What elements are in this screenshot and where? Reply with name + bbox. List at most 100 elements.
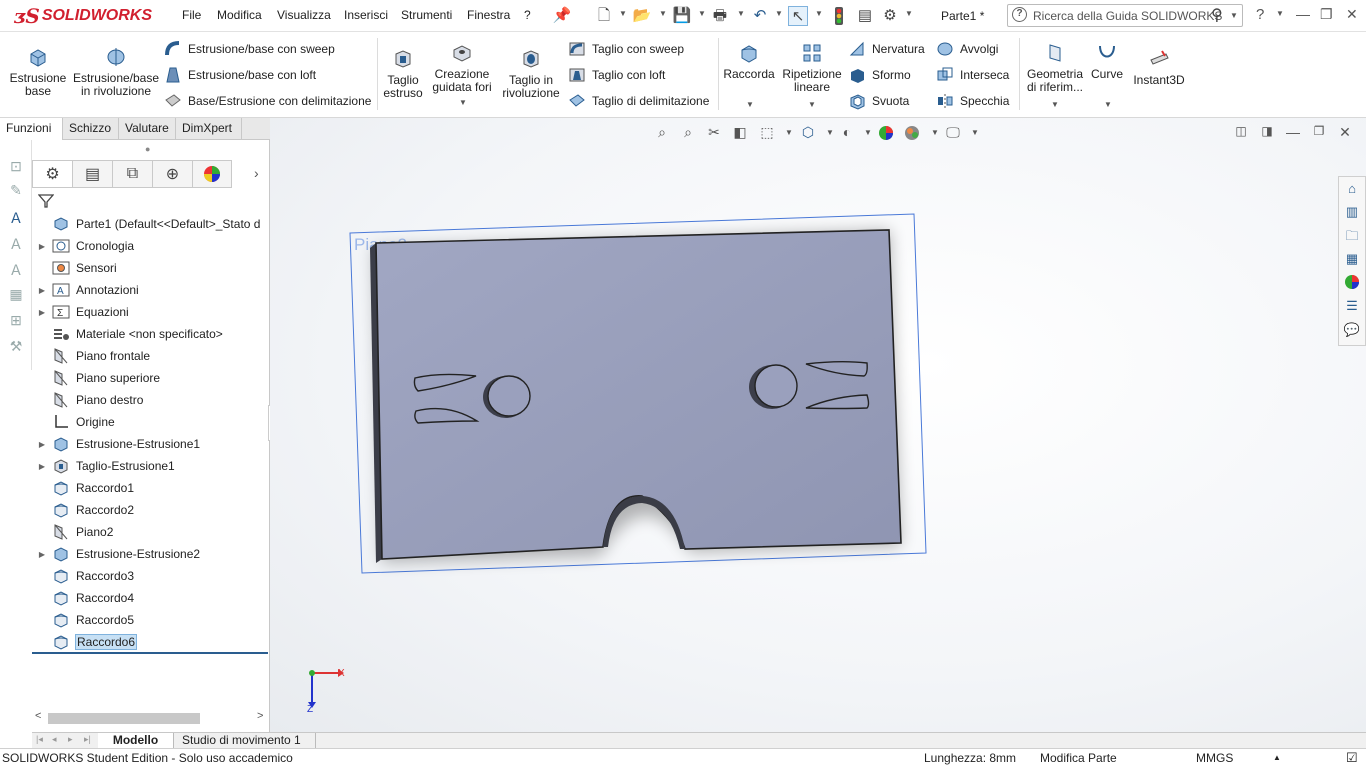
draft-button[interactable]: Sformo xyxy=(848,64,911,86)
undo-icon[interactable]: ↶ xyxy=(750,6,770,26)
lofted-cut-button[interactable]: Taglio con loft xyxy=(568,64,665,86)
open-dropdown-icon[interactable]: ▼ xyxy=(659,9,667,18)
tab-nav-last-icon[interactable]: ▸| xyxy=(84,734,91,745)
units-caret-icon[interactable]: ▲ xyxy=(1273,753,1281,762)
tree-item[interactable]: Piano destro xyxy=(32,389,268,411)
shell-button[interactable]: Svuota xyxy=(848,90,909,112)
tree-item[interactable]: Piano2 xyxy=(32,521,268,543)
tree-item[interactable]: Raccordo3 xyxy=(32,565,268,587)
revolved-boss-button[interactable]: Estrusione/base in rivoluzione xyxy=(72,46,160,98)
hole-wizard-dropdown-icon[interactable]: ▼ xyxy=(459,98,467,107)
right-hole[interactable] xyxy=(754,364,798,408)
tree-item[interactable]: ▶ Σ Equazioni xyxy=(32,301,268,323)
help-dropdown-icon[interactable]: ▼ xyxy=(1276,9,1284,18)
menu-file[interactable]: File xyxy=(182,8,201,22)
tree-item[interactable]: Origine xyxy=(32,411,268,433)
configurationmanager-tab-icon[interactable]: ⧉ xyxy=(112,160,152,188)
propertymanager-tab-icon[interactable]: ▤ xyxy=(72,160,112,188)
menu-visualizza[interactable]: Visualizza xyxy=(277,8,331,22)
curves-button[interactable]: Curve xyxy=(1090,42,1124,81)
pattern-dropdown-icon[interactable]: ▼ xyxy=(808,100,816,109)
linear-pattern-button[interactable]: Ripetizione lineare xyxy=(780,42,844,94)
units-selector[interactable]: MMGS xyxy=(1196,751,1233,765)
options-dropdown-icon[interactable]: ▼ xyxy=(905,9,913,18)
lofted-boss-button[interactable]: Estrusione/base con loft xyxy=(164,64,316,86)
file-explorer-icon[interactable]: 🗀 xyxy=(1343,227,1361,245)
panel-grip-icon[interactable]: ● xyxy=(145,144,150,154)
options-gear-icon[interactable]: ⚙ xyxy=(880,6,900,26)
solidworks-logo[interactable]: ᴣS SOLIDWORKS xyxy=(14,2,156,30)
tab-dimxpert[interactable]: DimXpert xyxy=(176,118,242,140)
horizontal-scrollbar[interactable]: < > xyxy=(32,710,268,726)
menu-help[interactable]: ? xyxy=(524,8,531,22)
file-properties-icon[interactable]: ▤ xyxy=(855,6,875,26)
expand-arrow-icon[interactable]: ▶ xyxy=(32,440,52,449)
tree-item[interactable]: Raccordo4 xyxy=(32,587,268,609)
instant3d-button[interactable]: Instant3D xyxy=(1130,48,1188,87)
help-search-box[interactable]: ? Ricerca della Guida SOLIDWORKS ⚲ ▼ xyxy=(1007,4,1243,27)
tree-item[interactable]: Sensori xyxy=(32,257,268,279)
dimension-scheme-icon[interactable]: ⊞ xyxy=(7,312,25,330)
expand-arrow-icon[interactable]: ▶ xyxy=(32,286,52,295)
close-icon[interactable]: ✕ xyxy=(1346,6,1358,23)
custom-properties-icon[interactable]: ☰ xyxy=(1343,298,1361,316)
print-icon[interactable]: 🖶 xyxy=(710,6,730,26)
menu-strumenti[interactable]: Strumenti xyxy=(401,8,452,22)
tree-item[interactable]: Raccordo6 xyxy=(32,631,268,653)
tree-item[interactable]: Piano frontale xyxy=(32,345,268,367)
tree-item[interactable]: ▶ Estrusione-Estrusione2 xyxy=(32,543,268,565)
design-library-icon[interactable]: ▥ xyxy=(1343,204,1361,222)
tab-motion-study-1[interactable]: Studio di movimento 1 xyxy=(174,733,316,749)
featuremanager-tab-icon[interactable]: ⚙ xyxy=(32,160,72,188)
fillet-dropdown-icon[interactable]: ▼ xyxy=(746,100,754,109)
tab-valutare[interactable]: Valutare xyxy=(119,118,176,140)
appearances-icon[interactable] xyxy=(1343,274,1361,292)
reference-geometry-button[interactable]: Geometria di riferim... xyxy=(1022,42,1088,94)
boundary-cut-button[interactable]: Taglio di delimitazione xyxy=(568,90,709,112)
tree-item[interactable]: ▶ Cronologia xyxy=(32,235,268,257)
tree-root-part[interactable]: Parte1 (Default<<Default>_Stato d xyxy=(32,213,268,235)
home-icon[interactable]: ⌂ xyxy=(1343,181,1361,199)
hole-wizard-button[interactable]: Creazione guidata fori xyxy=(428,42,496,94)
tab-nav-prev-icon[interactable]: ◂ xyxy=(52,734,57,745)
pin-icon[interactable]: 📌 xyxy=(552,6,572,26)
rib-button[interactable]: Nervatura xyxy=(848,38,925,60)
curves-dropdown-icon[interactable]: ▼ xyxy=(1104,100,1112,109)
revolved-cut-button[interactable]: Taglio in rivoluzione xyxy=(500,48,562,100)
search-dropdown-icon[interactable]: ▼ xyxy=(1230,11,1238,20)
expand-arrow-icon[interactable]: ▶ xyxy=(32,242,52,251)
displaymanager-tab-icon[interactable] xyxy=(192,160,232,188)
new-document-icon[interactable]: 🗋 xyxy=(594,6,614,26)
swept-cut-button[interactable]: Taglio con sweep xyxy=(568,38,684,60)
rebuild-status-icon[interactable]: ☑ xyxy=(1346,750,1358,766)
search-icon[interactable]: ⚲ xyxy=(1211,5,1223,25)
new-dropdown-icon[interactable]: ▼ xyxy=(619,9,627,18)
tree-filter[interactable] xyxy=(34,191,264,211)
select-cursor-icon[interactable]: ↖ xyxy=(788,6,808,26)
minimize-icon[interactable]: — xyxy=(1296,6,1310,22)
annotation-icon[interactable]: Ａ xyxy=(7,208,25,226)
save-dropdown-icon[interactable]: ▼ xyxy=(698,9,706,18)
tab-modello[interactable]: Modello xyxy=(98,733,174,749)
open-icon[interactable]: 📂 xyxy=(632,6,652,26)
wrap-button[interactable]: Avvolgi xyxy=(936,38,998,60)
graphics-area[interactable]: ⌕ ⌕ ✂ ◧ ⬚ ▼ ⬡ ▼ ◐ ▼ ▼ 🖵 ▼ ◫ ◨ — ❐ ✕ Pian… xyxy=(270,118,1366,732)
tab-funzioni[interactable]: Funzioni xyxy=(0,118,63,140)
expand-arrow-icon[interactable]: ▶ xyxy=(32,462,52,471)
tree-item[interactable]: ▶ Taglio-Estrusione1 xyxy=(32,455,268,477)
tolerance-icon[interactable]: ⚒ xyxy=(7,338,25,356)
swept-boss-button[interactable]: Estrusione/base con sweep xyxy=(164,38,335,60)
fillet-button[interactable]: Raccorda xyxy=(722,42,776,81)
expand-arrow-icon[interactable]: ▶ xyxy=(32,308,52,317)
tree-item[interactable]: Materiale <non specificato> xyxy=(32,323,268,345)
tree-item[interactable]: ▶ Estrusione-Estrusione1 xyxy=(32,433,268,455)
tree-item[interactable]: Raccordo2 xyxy=(32,499,268,521)
sketch-icon[interactable]: ✎ xyxy=(7,182,25,200)
balloon-icon[interactable]: Ａ xyxy=(7,260,25,278)
chevron-right-icon[interactable]: › xyxy=(254,165,259,181)
expand-arrow-icon[interactable]: ▶ xyxy=(32,550,52,559)
help-button[interactable]: ? xyxy=(1256,6,1264,23)
smart-dimension-icon[interactable]: ⊡ xyxy=(7,158,25,176)
tree-item[interactable]: Raccordo1 xyxy=(32,477,268,499)
left-hole[interactable] xyxy=(487,375,531,417)
